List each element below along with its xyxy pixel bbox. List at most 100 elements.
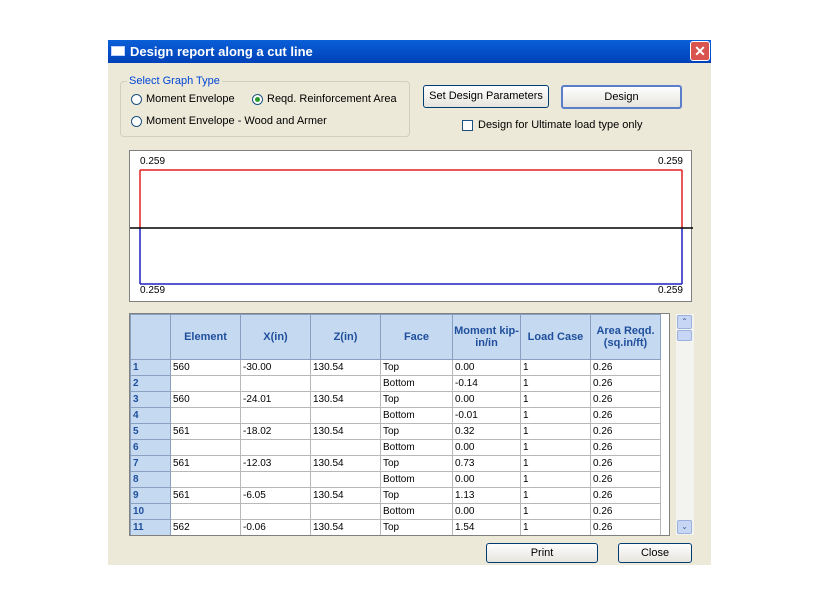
cell-row-number[interactable]: 1 [130, 359, 171, 376]
table-row[interactable]: 7 561 -12.03 130.54 Top 0.73 1 0.26 [130, 455, 661, 472]
cell-row-number[interactable]: 11 [130, 519, 171, 535]
cell-row-number[interactable]: 3 [130, 391, 171, 408]
cell-area-reqd[interactable]: 0.26 [590, 519, 661, 535]
close-button[interactable]: Close [618, 543, 692, 563]
cell-element[interactable]: 561 [170, 487, 241, 504]
cell-area-reqd[interactable]: 0.26 [590, 423, 661, 440]
cell-element[interactable] [170, 375, 241, 392]
cell-load-case[interactable]: 1 [520, 423, 591, 440]
cell-row-number[interactable]: 4 [130, 407, 171, 424]
cell-z[interactable] [310, 407, 381, 424]
cell-x[interactable]: -12.03 [240, 455, 311, 472]
cell-x[interactable]: -30.00 [240, 359, 311, 376]
radio-reqd-reinforcement-area-dot[interactable] [252, 93, 263, 105]
cell-element[interactable]: 561 [170, 423, 241, 440]
table-scrollbar[interactable]: ⌃ ⌄ [676, 314, 694, 535]
cell-moment[interactable]: 0.00 [452, 439, 521, 456]
cell-element[interactable]: 560 [170, 391, 241, 408]
cell-moment[interactable]: 1.54 [452, 519, 521, 535]
header-load-case[interactable]: Load Case [520, 314, 591, 360]
cell-load-case[interactable]: 1 [520, 503, 591, 520]
cell-face[interactable]: Bottom [380, 407, 453, 424]
cell-element[interactable] [170, 503, 241, 520]
cell-row-number[interactable]: 5 [130, 423, 171, 440]
table-row[interactable]: 2 Bottom -0.14 1 0.26 [130, 375, 661, 392]
cell-element[interactable] [170, 407, 241, 424]
cell-row-number[interactable]: 9 [130, 487, 171, 504]
cell-area-reqd[interactable]: 0.26 [590, 391, 661, 408]
table-row[interactable]: 5 561 -18.02 130.54 Top 0.32 1 0.26 [130, 423, 661, 440]
cell-load-case[interactable]: 1 [520, 455, 591, 472]
cell-face[interactable]: Top [380, 359, 453, 376]
cell-row-number[interactable]: 7 [130, 455, 171, 472]
header-face[interactable]: Face [380, 314, 453, 360]
cell-x[interactable]: -18.02 [240, 423, 311, 440]
cell-load-case[interactable]: 1 [520, 407, 591, 424]
cell-load-case[interactable]: 1 [520, 519, 591, 535]
cell-moment[interactable]: 0.00 [452, 503, 521, 520]
cell-load-case[interactable]: 1 [520, 487, 591, 504]
cell-face[interactable]: Top [380, 487, 453, 504]
cell-z[interactable] [310, 503, 381, 520]
scroll-down-button[interactable]: ⌄ [677, 520, 692, 534]
close-window-button[interactable]: ✕ [690, 41, 710, 61]
cell-face[interactable]: Bottom [380, 503, 453, 520]
radio-moment-envelope[interactable]: Moment Envelope [131, 93, 235, 105]
cell-element[interactable]: 560 [170, 359, 241, 376]
cell-x[interactable] [240, 439, 311, 456]
radio-moment-envelope-dot[interactable] [131, 93, 142, 105]
cell-row-number[interactable]: 8 [130, 471, 171, 488]
set-design-parameters-button[interactable]: Set Design Parameters [423, 85, 549, 108]
cell-moment[interactable]: 0.00 [452, 471, 521, 488]
scroll-thumb[interactable] [677, 330, 692, 341]
radio-wood-and-armer[interactable]: Moment Envelope - Wood and Armer [131, 115, 327, 127]
cell-row-number[interactable]: 6 [130, 439, 171, 456]
cell-row-number[interactable]: 10 [130, 503, 171, 520]
cell-moment[interactable]: -0.14 [452, 375, 521, 392]
cell-face[interactable]: Top [380, 455, 453, 472]
cell-element[interactable]: 561 [170, 455, 241, 472]
cell-load-case[interactable]: 1 [520, 439, 591, 456]
table-row[interactable]: 8 Bottom 0.00 1 0.26 [130, 471, 661, 488]
cell-element[interactable] [170, 439, 241, 456]
cell-z[interactable]: 130.54 [310, 391, 381, 408]
title-bar[interactable]: Design report along a cut line ✕ [108, 40, 711, 63]
cell-moment[interactable]: 0.00 [452, 391, 521, 408]
cell-z[interactable] [310, 375, 381, 392]
cell-x[interactable]: -24.01 [240, 391, 311, 408]
cell-moment[interactable]: 1.13 [452, 487, 521, 504]
cell-face[interactable]: Bottom [380, 439, 453, 456]
table-row[interactable]: 4 Bottom -0.01 1 0.26 [130, 407, 661, 424]
cell-z[interactable]: 130.54 [310, 519, 381, 535]
cell-face[interactable]: Top [380, 423, 453, 440]
cell-load-case[interactable]: 1 [520, 391, 591, 408]
cell-z[interactable]: 130.54 [310, 455, 381, 472]
cell-face[interactable]: Top [380, 391, 453, 408]
cell-x[interactable]: -0.06 [240, 519, 311, 535]
cell-moment[interactable]: 0.73 [452, 455, 521, 472]
cell-load-case[interactable]: 1 [520, 359, 591, 376]
cell-z[interactable]: 130.54 [310, 487, 381, 504]
ultimate-load-checkbox[interactable]: Design for Ultimate load type only [462, 119, 642, 131]
header-row-number[interactable] [130, 314, 171, 360]
header-moment[interactable]: Moment kip-in/in [452, 314, 521, 360]
cell-moment[interactable]: -0.01 [452, 407, 521, 424]
table-row[interactable]: 9 561 -6.05 130.54 Top 1.13 1 0.26 [130, 487, 661, 504]
cell-area-reqd[interactable]: 0.26 [590, 407, 661, 424]
scroll-up-button[interactable]: ⌃ [677, 315, 692, 329]
table-row[interactable]: 6 Bottom 0.00 1 0.26 [130, 439, 661, 456]
table-row[interactable]: 3 560 -24.01 130.54 Top 0.00 1 0.26 [130, 391, 661, 408]
cell-face[interactable]: Bottom [380, 471, 453, 488]
cell-face[interactable]: Top [380, 519, 453, 535]
cell-x[interactable] [240, 503, 311, 520]
cell-area-reqd[interactable]: 0.26 [590, 439, 661, 456]
table-row[interactable]: 10 Bottom 0.00 1 0.26 [130, 503, 661, 520]
table-row[interactable]: 11 562 -0.06 130.54 Top 1.54 1 0.26 [130, 519, 661, 535]
cell-element[interactable] [170, 471, 241, 488]
cell-area-reqd[interactable]: 0.26 [590, 455, 661, 472]
cell-area-reqd[interactable]: 0.26 [590, 471, 661, 488]
design-button[interactable]: Design [561, 85, 682, 109]
radio-wood-and-armer-dot[interactable] [131, 115, 142, 127]
table-row[interactable]: 1 560 -30.00 130.54 Top 0.00 1 0.26 [130, 359, 661, 376]
cell-x[interactable] [240, 407, 311, 424]
